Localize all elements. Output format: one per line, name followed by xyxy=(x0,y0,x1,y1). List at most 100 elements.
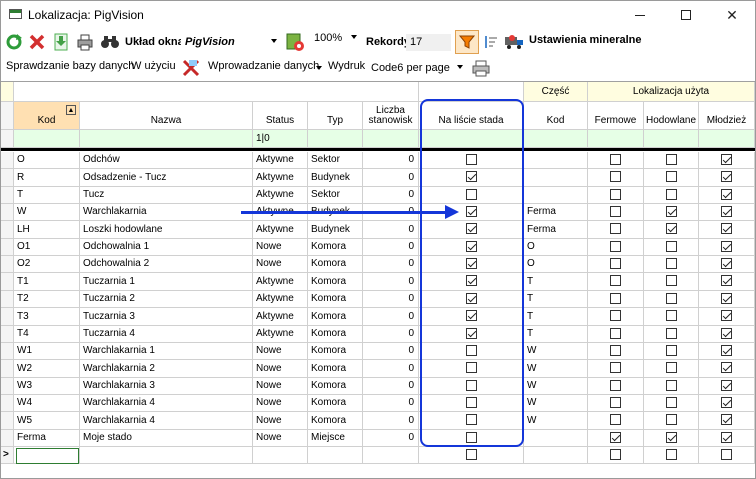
checkbox[interactable] xyxy=(610,362,621,373)
row-header[interactable] xyxy=(1,256,14,273)
row-header[interactable] xyxy=(1,221,14,239)
cell-kod[interactable]: Ferma xyxy=(14,430,80,447)
checkbox[interactable] xyxy=(665,258,677,269)
cell-typ[interactable]: Sektor xyxy=(308,152,363,169)
column-header-typ[interactable]: Typ xyxy=(308,102,363,130)
checkbox[interactable] xyxy=(610,223,621,234)
cell-nazwa[interactable]: Warchlakarnia 4 xyxy=(80,395,253,412)
cell-liczba[interactable]: 0 xyxy=(363,395,419,412)
checkbox[interactable] xyxy=(665,189,677,200)
cell-kod[interactable]: O2 xyxy=(14,256,80,273)
checkbox[interactable] xyxy=(721,380,732,391)
printer-icon[interactable] xyxy=(471,58,491,78)
checkbox[interactable] xyxy=(465,310,477,321)
cell-nazwa[interactable]: Tuczarnia 1 xyxy=(80,273,253,291)
column-header-nazwa[interactable]: Nazwa xyxy=(80,102,253,130)
cell-ck[interactable]: T xyxy=(524,308,588,326)
cell-nazwa[interactable]: Warchlakarnia 2 xyxy=(80,360,253,378)
cell-ck[interactable]: O xyxy=(524,239,588,256)
row-header[interactable] xyxy=(1,378,14,395)
checkbox[interactable] xyxy=(610,397,621,408)
checkbox[interactable] xyxy=(465,223,477,234)
cell-status[interactable]: Aktywne xyxy=(253,221,308,239)
row-header[interactable] xyxy=(1,430,14,447)
cell-status[interactable]: Aktywne xyxy=(253,273,308,291)
checkbox[interactable] xyxy=(465,362,477,373)
checkbox[interactable] xyxy=(465,258,477,269)
checkbox[interactable] xyxy=(665,432,677,443)
cell-ck[interactable]: Ferma xyxy=(524,221,588,239)
new-row-kod-input[interactable] xyxy=(16,448,79,464)
cell-status[interactable]: Nowe xyxy=(253,256,308,273)
checkbox[interactable] xyxy=(665,310,677,321)
new-row-cell-m[interactable] xyxy=(699,447,755,464)
import-icon[interactable] xyxy=(52,32,72,52)
row-header[interactable] xyxy=(1,239,14,256)
checkbox[interactable] xyxy=(721,449,732,460)
checkbox[interactable] xyxy=(465,380,477,391)
checkbox[interactable] xyxy=(610,189,621,200)
checkbox[interactable] xyxy=(610,206,621,217)
checkbox[interactable] xyxy=(465,414,477,425)
cell-status[interactable]: Aktywne xyxy=(253,187,308,204)
checkbox[interactable] xyxy=(665,206,677,217)
check-database-button[interactable]: Sprawdzanie bazy danych xyxy=(6,60,134,72)
row-header[interactable] xyxy=(1,291,14,308)
checkbox[interactable] xyxy=(721,345,732,356)
cell-nazwa[interactable]: Warchlakarnia 1 xyxy=(80,343,253,360)
checkbox[interactable] xyxy=(721,328,732,339)
column-header-na-liscie[interactable]: Na liście stada xyxy=(419,102,524,130)
cell-kod[interactable]: W1 xyxy=(14,343,80,360)
cell-typ[interactable]: Komora xyxy=(308,360,363,378)
new-row-cell-liczba[interactable] xyxy=(363,447,419,464)
cell-ck[interactable]: W xyxy=(524,412,588,430)
cell-typ[interactable]: Budynek xyxy=(308,169,363,187)
layout-settings-icon[interactable] xyxy=(285,32,307,52)
checkbox[interactable] xyxy=(610,345,621,356)
binoculars-icon[interactable] xyxy=(100,32,122,52)
column-header-status[interactable]: Status xyxy=(253,102,308,130)
cell-ck[interactable]: W xyxy=(524,360,588,378)
row-header[interactable] xyxy=(1,204,14,221)
checkbox[interactable] xyxy=(465,432,477,443)
checkbox[interactable] xyxy=(610,380,621,391)
cell-nazwa[interactable]: Odchów xyxy=(80,152,253,169)
checkbox[interactable] xyxy=(610,310,621,321)
filter-cell-status[interactable]: 1|0 xyxy=(253,130,308,148)
checkbox[interactable] xyxy=(610,293,621,304)
minimize-button[interactable] xyxy=(617,1,663,29)
checkbox[interactable] xyxy=(721,414,732,425)
cell-ck[interactable]: T xyxy=(524,326,588,343)
checkbox[interactable] xyxy=(610,258,621,269)
filter-cell-nazwa[interactable] xyxy=(80,130,253,148)
checkbox[interactable] xyxy=(610,275,621,286)
filter-cell-na[interactable] xyxy=(419,130,524,148)
cell-kod[interactable]: W3 xyxy=(14,378,80,395)
checkbox[interactable] xyxy=(610,328,621,339)
cell-liczba[interactable]: 0 xyxy=(363,308,419,326)
refresh-icon[interactable] xyxy=(5,32,25,52)
column-header-liczba[interactable]: Liczba stanowisk xyxy=(363,102,419,130)
checkbox[interactable] xyxy=(465,189,477,200)
row-header[interactable] xyxy=(1,360,14,378)
cell-liczba[interactable]: 0 xyxy=(363,378,419,395)
filter-cell-m[interactable] xyxy=(699,130,755,148)
checkbox[interactable] xyxy=(610,414,621,425)
cell-typ[interactable]: Komora xyxy=(308,256,363,273)
checkbox[interactable] xyxy=(610,449,621,460)
checkbox[interactable] xyxy=(721,206,732,217)
checkbox[interactable] xyxy=(721,362,732,373)
cell-kod[interactable]: T2 xyxy=(14,291,80,308)
new-row-cell-nazwa[interactable] xyxy=(80,447,253,464)
filter-cell-h[interactable] xyxy=(644,130,699,148)
cell-status[interactable]: Nowe xyxy=(253,239,308,256)
cell-ck[interactable]: W xyxy=(524,395,588,412)
cell-kod[interactable]: W xyxy=(14,204,80,221)
new-row-cell-f[interactable] xyxy=(588,447,644,464)
cell-status[interactable]: Aktywne xyxy=(253,326,308,343)
row-header[interactable] xyxy=(1,395,14,412)
cell-ck[interactable]: T xyxy=(524,291,588,308)
cell-kod[interactable]: T1 xyxy=(14,273,80,291)
checkbox[interactable] xyxy=(465,345,477,356)
checkbox[interactable] xyxy=(610,154,621,165)
